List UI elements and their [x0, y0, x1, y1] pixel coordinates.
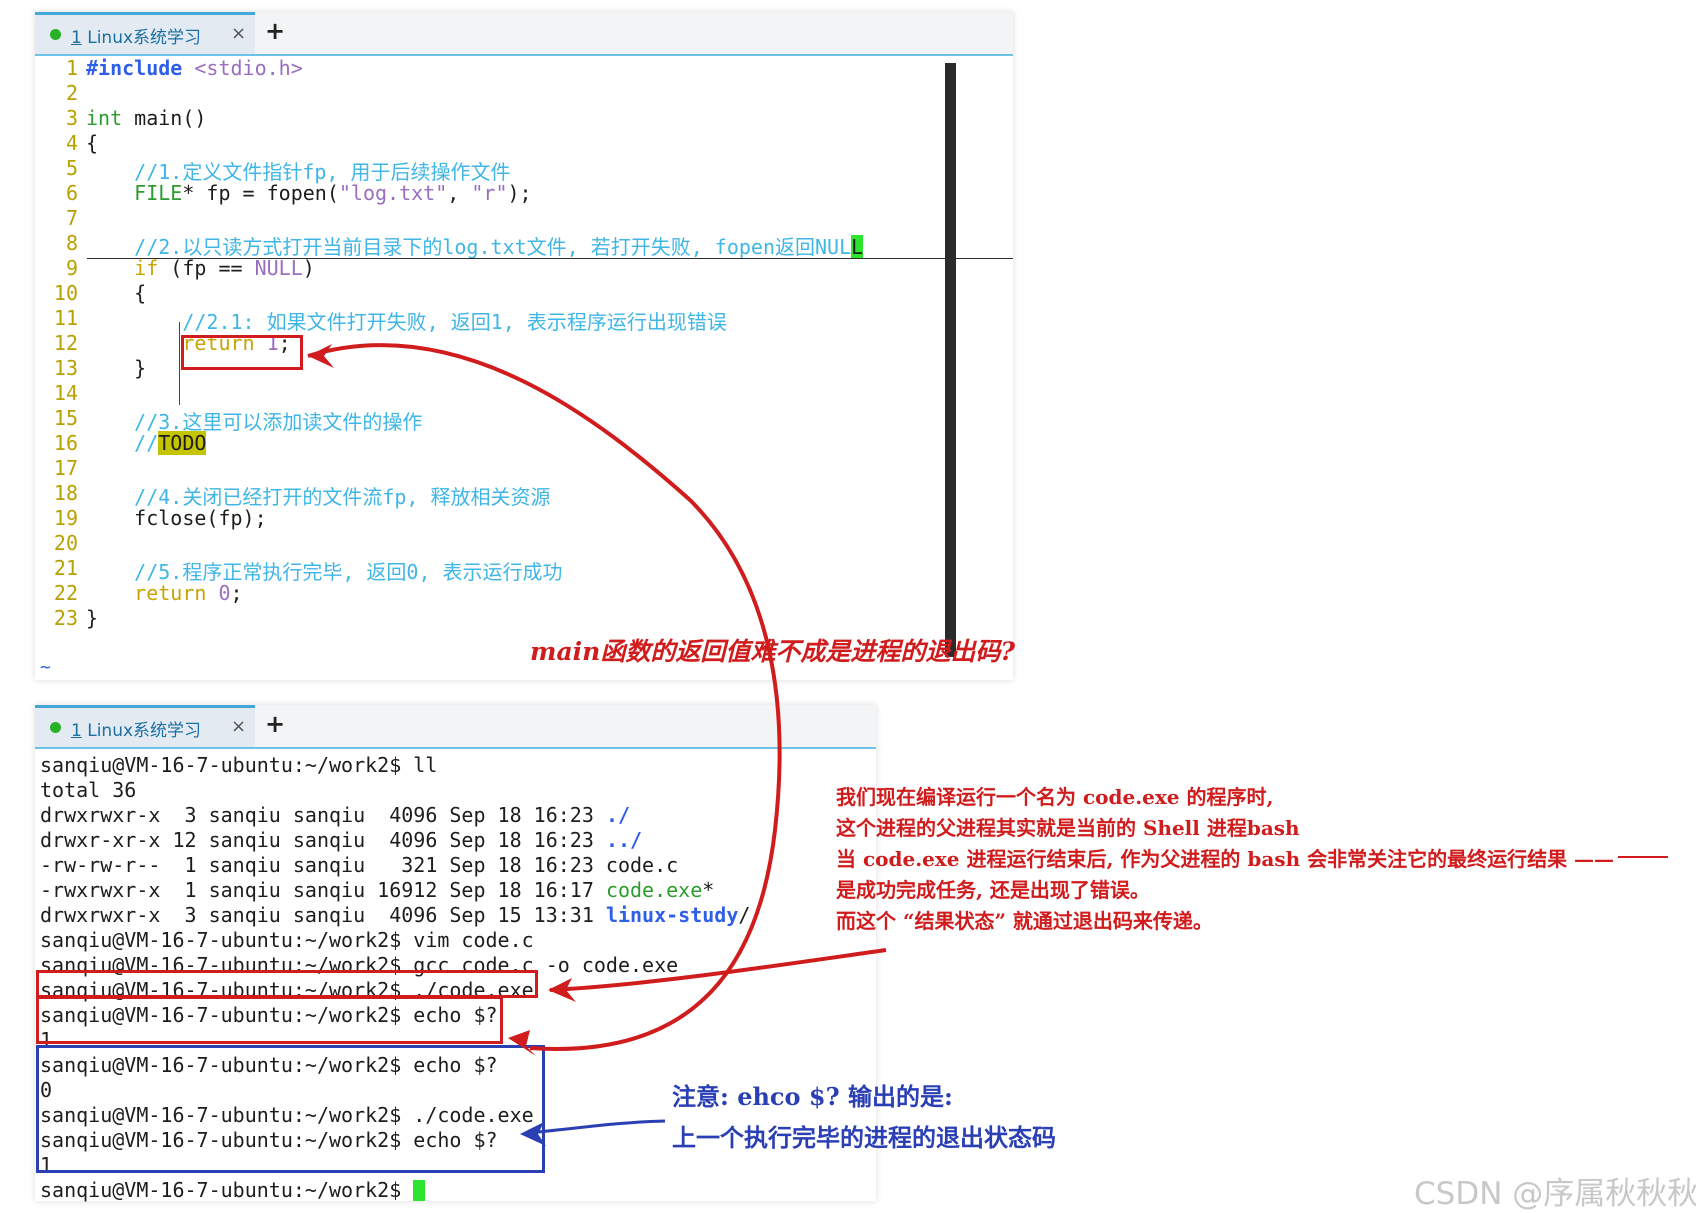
exit-status-note: 注意: ehco $? 输出的是: 上一个执行完毕的进程的退出状态码 [672, 1076, 1056, 1158]
blue-arrow-head [520, 1122, 546, 1146]
question-annotation: main函数的返回值难不成是进程的退出码? [530, 637, 1015, 666]
annotation-line: 当 code.exe 进程运行结束后, 作为父进程的 bash 会非常关注它的最… [836, 847, 1615, 871]
annotation-line: 这个进程的父进程其实就是当前的 Shell 进程bash [836, 816, 1300, 840]
blue-note-arrow [527, 1119, 666, 1135]
annotation-line: 而这个 “结果状态” 就通过退出码来传递。 [836, 909, 1213, 933]
watermark: CSDN @序属秋秋秋 [1414, 1176, 1696, 1212]
explanation-annotation: 我们现在编译运行一个名为 code.exe 的程序时, 这个进程的父进程其实就是当… [836, 782, 1614, 937]
red-arrow-head-echo [508, 1030, 536, 1056]
annotation-line: 我们现在编译运行一个名为 code.exe 的程序时, [836, 785, 1274, 809]
annotation-line: 上一个执行完毕的进程的退出状态码 [672, 1123, 1056, 1152]
red-curve-arrow [307, 343, 782, 1051]
annotation-line: 注意: ehco $? 输出的是: [672, 1082, 953, 1111]
red-arrow-head-return [308, 344, 334, 368]
annotation-arrows [307, 343, 1668, 1146]
annotation-line: 是成功完成任务, 还是出现了错误。 [836, 878, 1150, 902]
